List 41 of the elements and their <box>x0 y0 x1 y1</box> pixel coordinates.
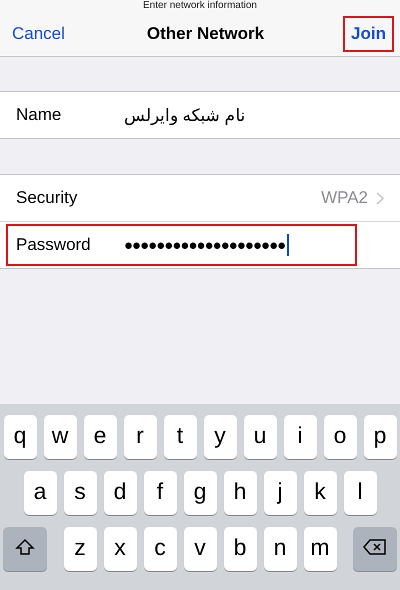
key[interactable]: y <box>204 415 236 459</box>
key[interactable]: n <box>264 527 296 571</box>
key[interactable]: z <box>64 527 96 571</box>
key[interactable]: s <box>64 471 96 515</box>
key[interactable]: h <box>224 471 256 515</box>
shift-icon <box>15 538 35 556</box>
delete-key[interactable] <box>353 527 397 571</box>
key[interactable]: e <box>84 415 116 459</box>
key[interactable]: p <box>364 415 396 459</box>
security-value: WPA2 <box>321 188 368 208</box>
key[interactable]: v <box>184 527 216 571</box>
password-field[interactable]: ●●●●●●●●●●●●●●●●●●●● <box>124 236 286 254</box>
key[interactable]: w <box>44 415 76 459</box>
join-button[interactable]: Join <box>343 16 394 52</box>
cancel-button[interactable]: Cancel <box>9 20 68 48</box>
prompt-text: Enter network information <box>142 0 258 12</box>
key[interactable]: c <box>144 527 176 571</box>
shift-key[interactable] <box>3 527 47 571</box>
key[interactable]: o <box>324 415 356 459</box>
key[interactable]: r <box>124 415 156 459</box>
key[interactable]: i <box>284 415 316 459</box>
key[interactable]: x <box>104 527 136 571</box>
field-label: Password <box>16 235 92 255</box>
key[interactable]: b <box>224 527 256 571</box>
field-label: Name <box>16 105 62 125</box>
field-label: Security <box>16 188 78 208</box>
key[interactable]: t <box>164 415 196 459</box>
key[interactable]: g <box>184 471 216 515</box>
chevron-icon <box>376 192 384 204</box>
key[interactable]: j <box>264 471 296 515</box>
key[interactable]: m <box>304 527 336 571</box>
key[interactable]: q <box>4 415 36 459</box>
delete-icon <box>363 538 387 556</box>
key[interactable]: d <box>104 471 136 515</box>
key[interactable]: f <box>144 471 176 515</box>
nav-title: Other Network <box>146 24 264 44</box>
key[interactable]: k <box>304 471 336 515</box>
key[interactable]: u <box>244 415 276 459</box>
key[interactable]: a <box>24 471 56 515</box>
name-field[interactable]: نام شبکه وایرلس <box>124 104 246 126</box>
key[interactable]: l <box>344 471 376 515</box>
